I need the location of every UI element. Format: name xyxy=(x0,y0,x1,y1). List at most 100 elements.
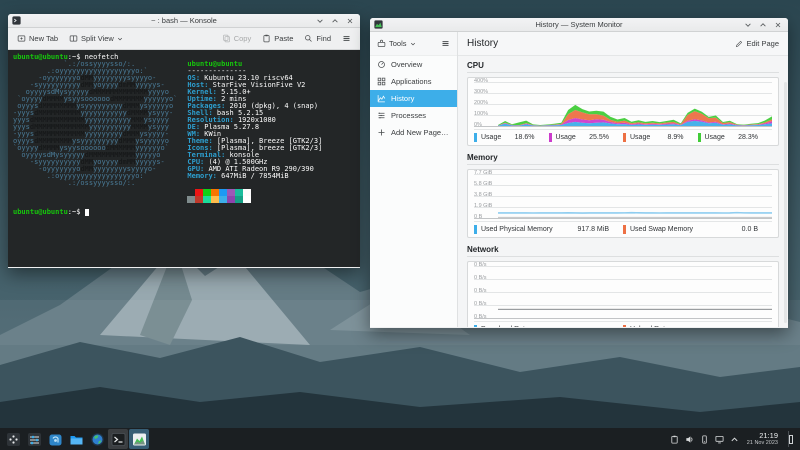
tools-label: Tools xyxy=(389,39,407,48)
display-icon[interactable] xyxy=(715,435,724,444)
close-icon[interactable] xyxy=(346,17,354,25)
legend-item: Usage 18.6% xyxy=(474,133,549,142)
network-legend: Download Rate Upload Rate xyxy=(474,321,772,327)
taskbar-icon-discover[interactable] xyxy=(45,429,65,449)
y-axis-tick-label: 0 B/s xyxy=(474,300,487,307)
legend-label: Used Swap Memory xyxy=(630,226,694,233)
legend-label: Usage xyxy=(555,134,576,141)
sidebar-item-label: Add New Page… xyxy=(391,128,449,137)
legend-color-bar xyxy=(697,133,701,142)
memory-chart-card: 7.7 GiB 5.8 GiB 3.8 GiB 1.9 GiB 0 B Used Phy… xyxy=(467,169,779,238)
taskbar-icon-konsole[interactable] xyxy=(108,429,128,449)
taskbar-icon-app-launcher[interactable] xyxy=(3,429,23,449)
volume-icon[interactable] xyxy=(685,435,694,444)
pencil-icon xyxy=(736,40,743,47)
digital-clock[interactable]: 21:19 21 Nov 2023 xyxy=(747,432,778,446)
legend-color-bar xyxy=(474,225,477,234)
legend-value: 917.8 MiB xyxy=(577,226,609,233)
split-view-button[interactable]: Split View xyxy=(65,32,127,45)
split-view-label: Split View xyxy=(81,34,114,43)
konsole-titlebar[interactable]: ~ : bash — Konsole xyxy=(8,14,360,28)
taskbar-icon-dolphin[interactable] xyxy=(66,429,86,449)
show-desktop-button[interactable] xyxy=(788,431,793,447)
sidebar-item-label: Applications xyxy=(391,77,432,86)
legend-color-bar xyxy=(474,133,477,142)
prompt-suffix: :~$ xyxy=(67,208,85,216)
legend-value: 28.3% xyxy=(738,134,758,141)
sidebar-item-history[interactable]: History xyxy=(370,90,457,107)
legend-value: 25.5% xyxy=(589,134,609,141)
y-axis-tick-label: 0% xyxy=(474,121,482,128)
legend-value: 0.0 B xyxy=(741,226,758,233)
taskbar-icon-system-settings[interactable] xyxy=(24,429,44,449)
taskbar: 21:19 21 Nov 2023 xyxy=(0,428,800,450)
memory-chart: 7.7 GiB 5.8 GiB 3.8 GiB 1.9 GiB 0 B xyxy=(474,170,772,220)
system-monitor-window: History — System Monitor Tools Overview … xyxy=(370,18,788,328)
y-axis-tick-label: 0 B/s xyxy=(474,313,487,320)
minimize-icon[interactable] xyxy=(316,17,324,25)
close-icon[interactable] xyxy=(774,21,782,29)
sidebar-item-applications[interactable]: Applications xyxy=(370,73,457,90)
legend-color-bar xyxy=(548,133,552,142)
terminal-color-palette-row2 xyxy=(187,196,322,203)
network-section-title: Network xyxy=(467,245,779,257)
edit-page-button[interactable]: Edit Page xyxy=(735,39,779,48)
legend-value: 18.6% xyxy=(514,134,535,141)
y-axis-tick-label: 0 B/s xyxy=(474,274,487,281)
ascii-art-logo: `.:/ossyyyysso/:. .:oyyyyyyyyyyyyyyyyyyo… xyxy=(13,60,178,187)
cpu-section-title: CPU xyxy=(467,61,779,73)
y-axis-tick-label: 200% xyxy=(474,99,489,106)
add-icon xyxy=(378,129,385,136)
hamburger-menu-button[interactable] xyxy=(338,32,355,45)
sidebar-item-processes[interactable]: Processes xyxy=(370,107,457,124)
legend-color-bar xyxy=(474,325,477,327)
konsole-window: ~ : bash — Konsole New Tab Split View Co… xyxy=(8,14,360,268)
sysmon-content: CPU 400% 300% 200% 100% 0% Usage 18.6% Usage 25… xyxy=(458,56,788,327)
new-tab-icon xyxy=(17,35,26,42)
maximize-icon[interactable] xyxy=(759,21,767,29)
neofetch-info: ubuntu@ubuntu -------------- OS: Kubuntu 2… xyxy=(187,61,322,203)
y-axis-tick-label: 3.8 GiB xyxy=(474,191,493,198)
sysmon-titlebar[interactable]: History — System Monitor xyxy=(370,18,788,32)
terminal-area[interactable]: ubuntu@ubuntu:~$ neofetch `.:/ossyyyysso… xyxy=(8,50,360,267)
legend-value: 8.9% xyxy=(667,134,684,141)
network-chart-card: 0 B/s 0 B/s 0 B/s 0 B/s 0 B/s Download Rate U… xyxy=(467,261,779,327)
memory-section-title: Memory xyxy=(467,153,779,165)
taskbar-icon-browser[interactable] xyxy=(87,429,107,449)
clock-time: 21:19 xyxy=(759,431,778,440)
caret-up-icon[interactable] xyxy=(730,435,739,444)
hamburger-icon xyxy=(442,41,449,46)
legend-color-bar xyxy=(623,325,626,327)
toolbox-icon xyxy=(377,39,386,47)
y-axis-tick-label: 300% xyxy=(474,88,489,95)
vertical-scrollbar[interactable] xyxy=(784,82,787,323)
minimize-icon[interactable] xyxy=(744,21,752,29)
konsole-icon xyxy=(111,432,125,446)
y-axis-tick-label: 400% xyxy=(474,77,489,84)
sidebar-item-overview[interactable]: Overview xyxy=(370,56,457,73)
processes-icon xyxy=(378,112,385,119)
chevron-down-icon xyxy=(410,42,415,45)
legend-item: Usage 25.5% xyxy=(548,133,624,142)
browser-icon xyxy=(90,432,104,446)
taskbar-icon-system-monitor[interactable] xyxy=(129,429,149,449)
sidebar-item-add[interactable]: Add New Page… xyxy=(370,124,457,141)
network-section: Network 0 B/s 0 B/s 0 B/s 0 B/s 0 B/s Downlo… xyxy=(467,245,779,327)
new-tab-button[interactable]: New Tab xyxy=(13,32,62,45)
find-button[interactable]: Find xyxy=(300,32,335,45)
info-line: Memory: 647MiB / 7854MiB xyxy=(187,172,289,180)
clipboard-icon[interactable] xyxy=(670,435,679,444)
find-label: Find xyxy=(316,34,331,43)
history-icon xyxy=(377,95,386,103)
clock-date: 21 Nov 2023 xyxy=(746,439,778,446)
y-axis-tick-label: 0 B xyxy=(474,213,483,220)
desktop: ~ : bash — Konsole New Tab Split View Co… xyxy=(0,0,800,450)
media-player-icon[interactable] xyxy=(700,434,709,444)
tools-button[interactable]: Tools xyxy=(375,37,418,50)
copy-button[interactable]: Copy xyxy=(218,32,256,45)
legend-color-bar xyxy=(623,225,626,234)
chevron-down-icon xyxy=(117,37,122,40)
maximize-icon[interactable] xyxy=(331,17,339,25)
paste-button[interactable]: Paste xyxy=(258,32,297,45)
sidebar-hamburger-button[interactable] xyxy=(439,37,452,50)
